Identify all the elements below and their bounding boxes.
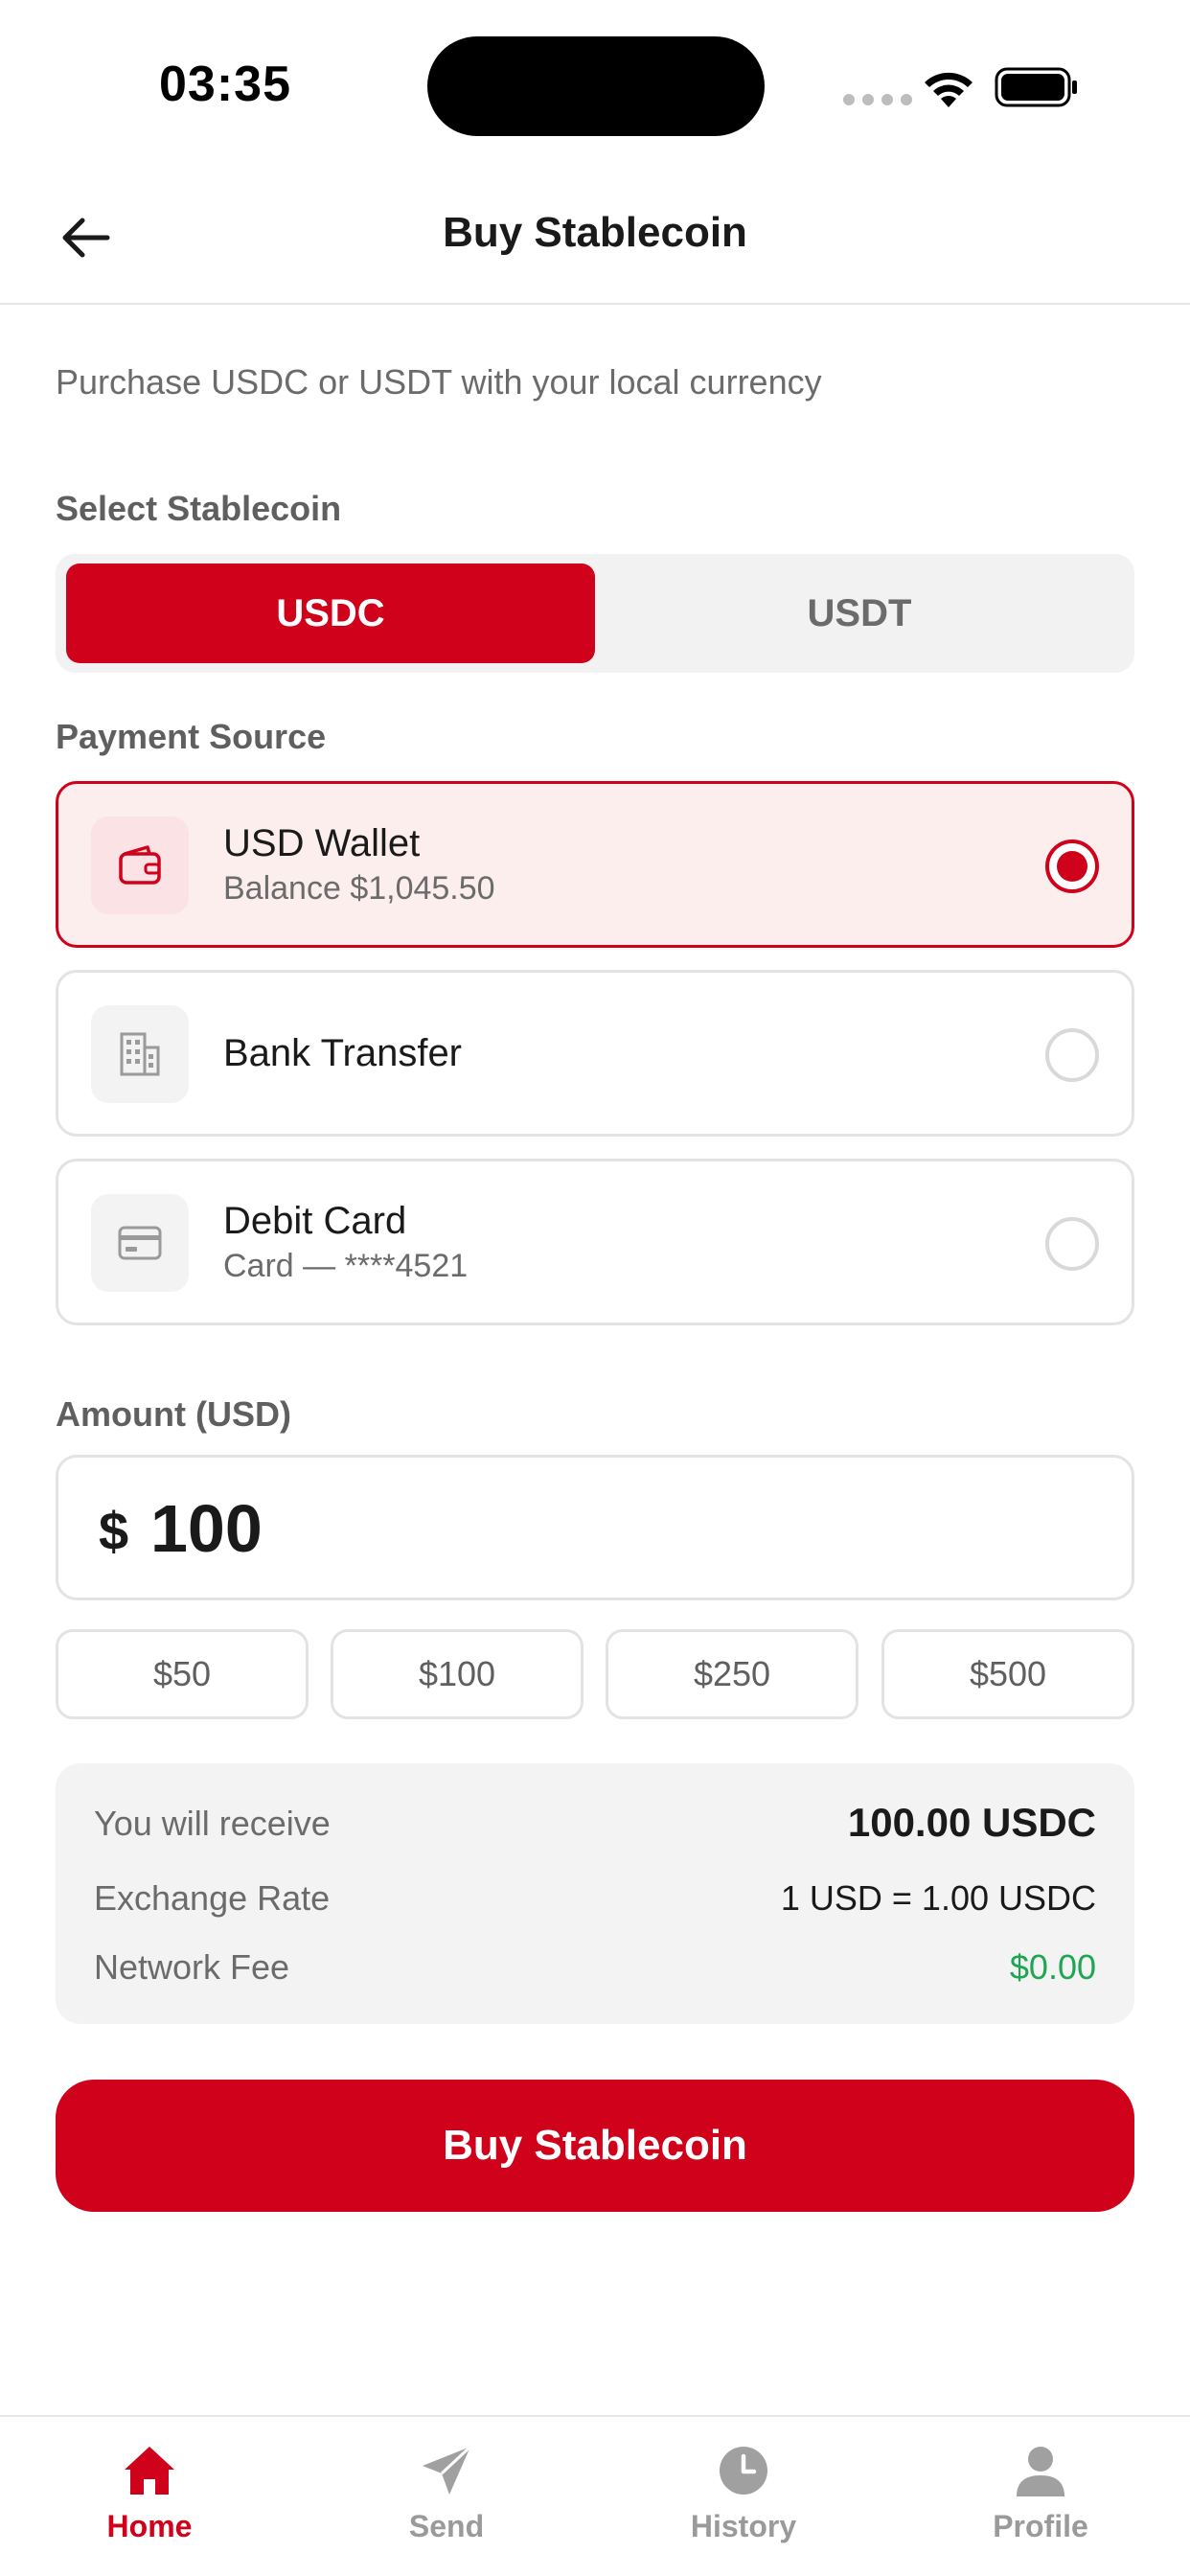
cellular-signal-icon xyxy=(843,94,912,105)
stablecoin-option-usdc[interactable]: USDC xyxy=(66,564,595,663)
page-title: Buy Stablecoin xyxy=(443,209,747,256)
amount-value: 100 xyxy=(150,1491,263,1566)
nav-send[interactable]: Send xyxy=(351,2440,542,2555)
payment-option-usd-wallet[interactable]: USD Wallet Balance $1,045.50 xyxy=(56,781,1134,948)
payment-option-bank-transfer[interactable]: Bank Transfer xyxy=(56,970,1134,1137)
quick-amount-row: $50 $100 $250 $500 xyxy=(56,1629,1134,1719)
radio-selected[interactable] xyxy=(1045,840,1099,893)
card-icon-container xyxy=(91,1194,189,1292)
purchase-summary: You will receive 100.00 USDC Exchange Ra… xyxy=(56,1763,1134,2024)
battery-icon xyxy=(995,67,1077,107)
status-time: 03:35 xyxy=(159,57,291,112)
amount-section-label: Amount (USD) xyxy=(56,1394,291,1434)
payment-option-debit-card[interactable]: Debit Card Card — ****4521 xyxy=(56,1159,1134,1325)
wallet-icon-container xyxy=(91,816,189,914)
building-icon xyxy=(120,1032,160,1076)
nav-history[interactable]: History xyxy=(648,2440,839,2555)
network-fee-value: $0.00 xyxy=(1009,1947,1096,1987)
amount-input[interactable]: $ 100 xyxy=(56,1455,1134,1600)
nav-label: Send xyxy=(408,2509,485,2543)
payment-option-title: Debit Card xyxy=(223,1200,407,1242)
page-subtitle: Purchase USDC or USDT with your local cu… xyxy=(56,362,822,402)
stablecoin-option-usdt[interactable]: USDT xyxy=(595,564,1124,663)
send-icon xyxy=(423,2445,472,2495)
receive-value: 100.00 USDC xyxy=(847,1800,1096,1845)
card-icon xyxy=(118,1226,162,1260)
quick-amount-500[interactable]: $500 xyxy=(881,1629,1134,1719)
quick-amount-250[interactable]: $250 xyxy=(606,1629,858,1719)
building-icon-container xyxy=(91,1005,189,1103)
quick-amount-100[interactable]: $100 xyxy=(331,1629,584,1719)
wifi-icon xyxy=(925,72,973,107)
receive-label: You will receive xyxy=(94,1804,331,1843)
payment-option-subtitle: Card — ****4521 xyxy=(223,1248,469,1284)
clock-icon xyxy=(720,2447,767,2495)
exchange-rate-label: Exchange Rate xyxy=(94,1878,331,1918)
nav-profile[interactable]: Profile xyxy=(945,2440,1136,2555)
stablecoin-section-label: Select Stablecoin xyxy=(56,489,342,528)
network-fee-label: Network Fee xyxy=(94,1947,290,1987)
bottom-nav: Home Send History Profile xyxy=(0,2415,1190,2576)
radio-unselected[interactable] xyxy=(1045,1028,1099,1082)
status-bar: 03:35 xyxy=(0,0,1190,172)
home-icon xyxy=(125,2447,174,2495)
payment-option-title: USD Wallet xyxy=(223,822,421,864)
nav-label: Profile xyxy=(993,2509,1088,2543)
payment-option-title: Bank Transfer xyxy=(223,1032,463,1074)
stablecoin-selector: USDC USDT xyxy=(56,554,1134,673)
header: Buy Stablecoin xyxy=(0,172,1190,305)
radio-unselected[interactable] xyxy=(1045,1217,1099,1271)
payment-section-label: Payment Source xyxy=(56,717,327,756)
currency-symbol: $ xyxy=(99,1501,129,1561)
nav-home[interactable]: Home xyxy=(54,2440,245,2555)
nav-label: Home xyxy=(106,2509,193,2543)
exchange-rate-value: 1 USD = 1.00 USDC xyxy=(780,1878,1096,1918)
payment-option-subtitle: Balance $1,045.50 xyxy=(223,870,495,907)
dynamic-island xyxy=(427,36,765,136)
profile-icon xyxy=(1017,2447,1064,2496)
wallet-icon xyxy=(119,845,161,885)
nav-label: History xyxy=(690,2509,797,2543)
buy-stablecoin-button[interactable]: Buy Stablecoin xyxy=(56,2080,1134,2212)
quick-amount-50[interactable]: $50 xyxy=(56,1629,309,1719)
